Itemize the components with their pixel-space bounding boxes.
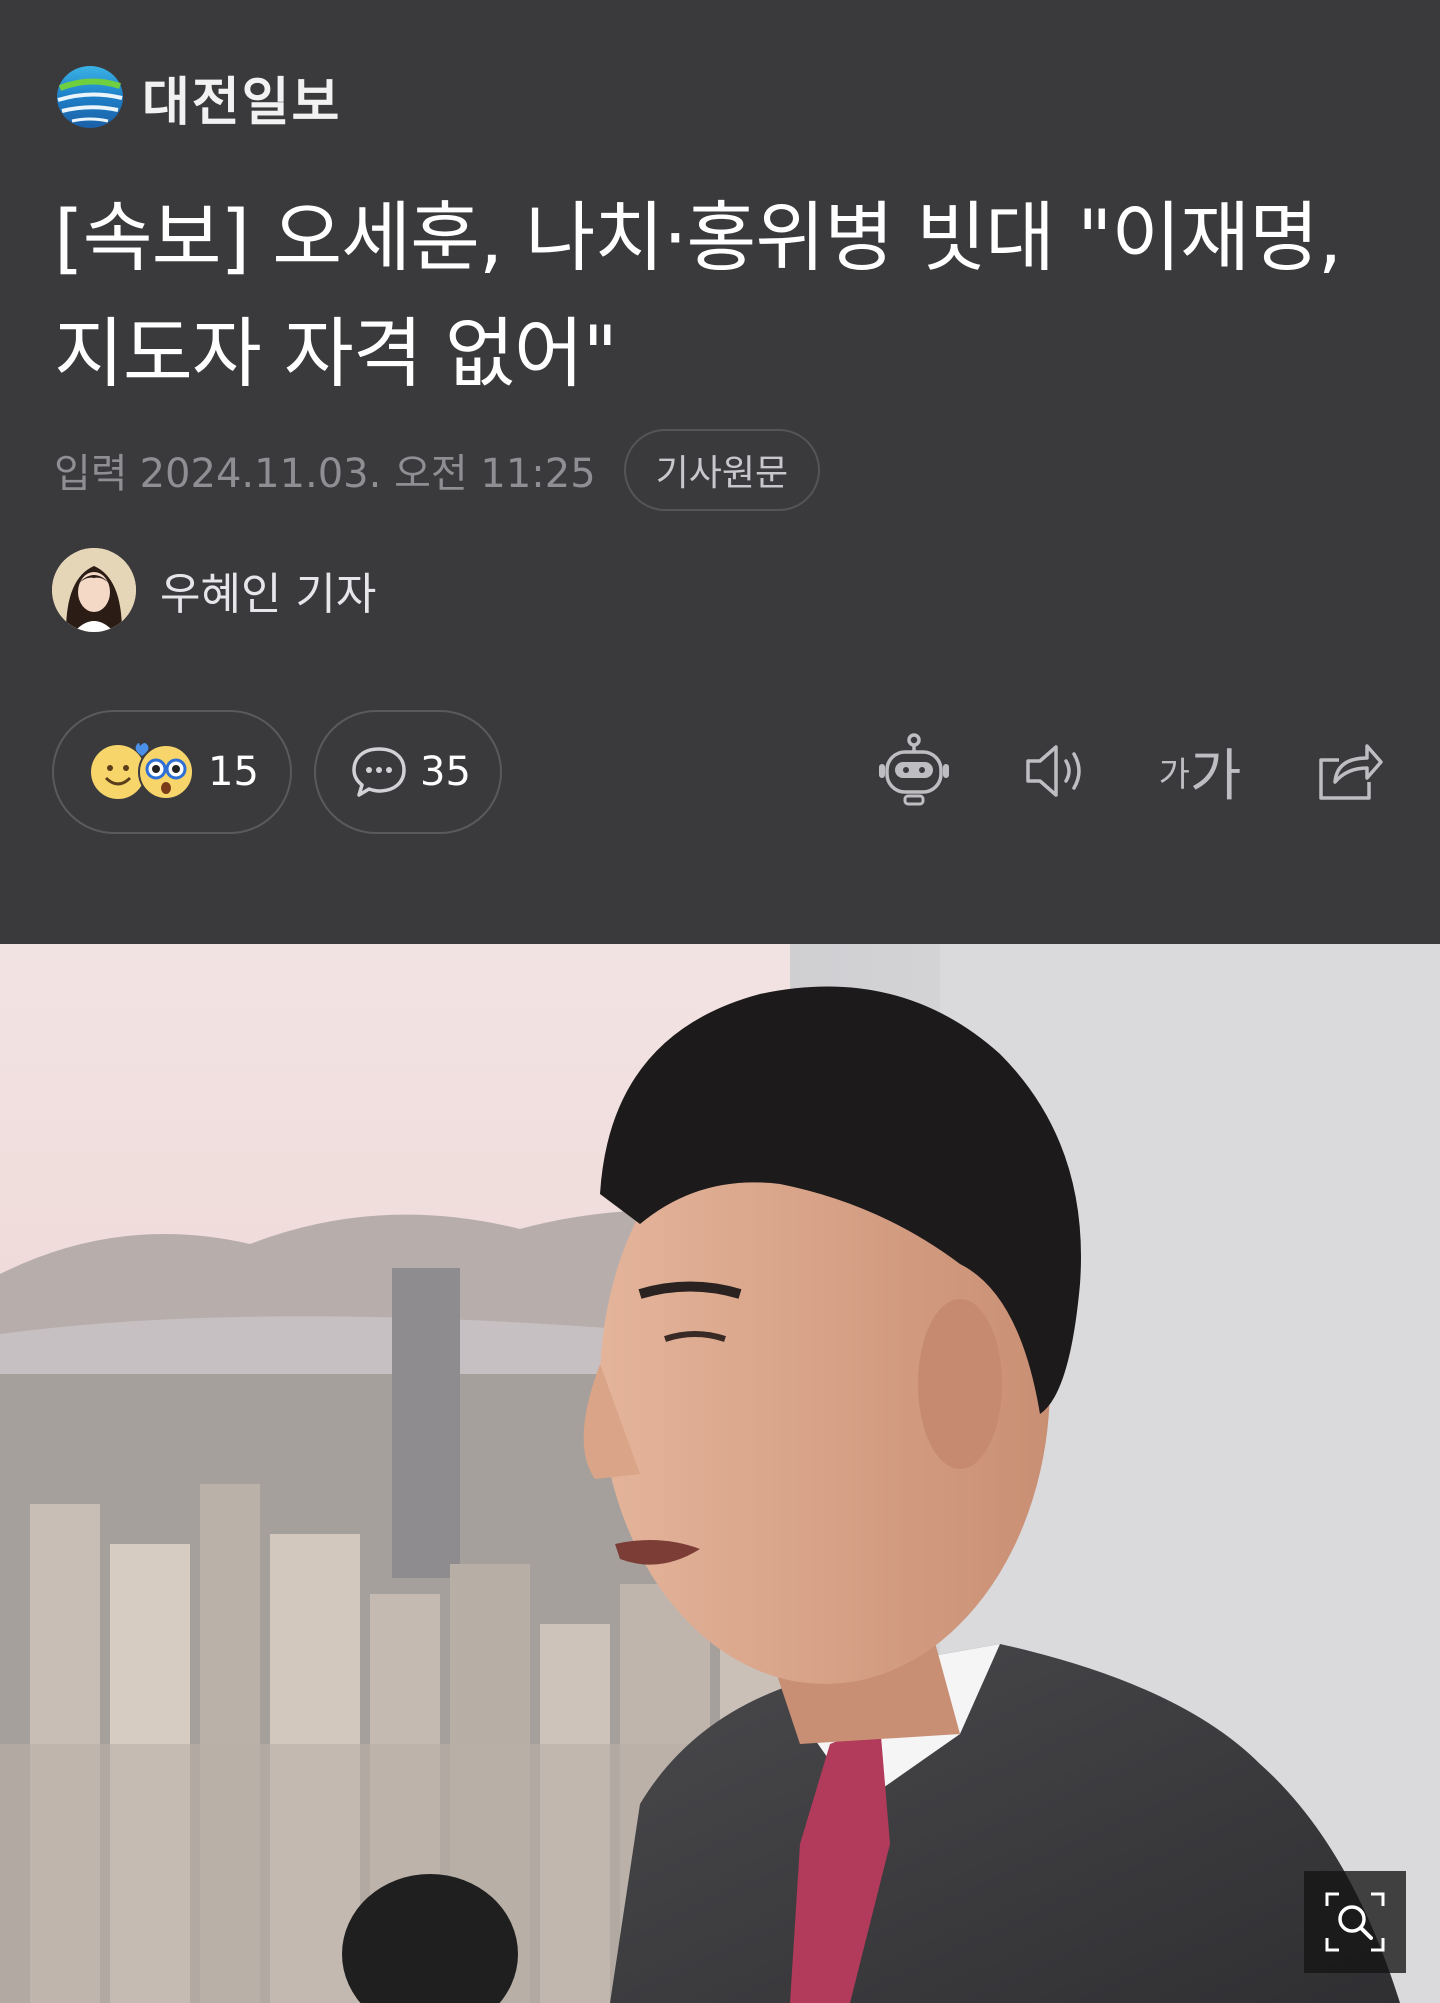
publisher-globe-icon — [57, 66, 123, 128]
publisher-logo[interactable]: 대전일보 — [54, 62, 342, 133]
font-size-small-label: 가 — [1158, 754, 1190, 795]
reporter-info[interactable]: 우혜인 기자 — [52, 548, 376, 632]
comment-count: 35 — [420, 749, 471, 795]
publish-date-value: 2024.11.03. 오전 11:25 — [139, 451, 596, 497]
surprised-emoji-icon — [138, 744, 194, 800]
article-main-image — [0, 944, 1440, 2003]
speaker-icon — [1026, 745, 1081, 797]
article-headline: [속보] 오세훈, 나치·홍위병 빗대 "이재명, 지도자 자격 없어" — [54, 193, 1342, 398]
speech-bubble-icon — [352, 747, 406, 797]
article-meta: 입력 2024.11.03. 오전 11:25 기사원문 — [54, 428, 821, 512]
text-to-speech-button[interactable] — [1020, 728, 1094, 814]
reaction-count: 15 — [208, 749, 259, 795]
reporter-photo-icon — [52, 548, 136, 632]
publish-date: 입력 2024.11.03. 오전 11:25 — [54, 441, 596, 499]
reporter-name: 우혜인 기자 — [160, 569, 377, 620]
share-button[interactable] — [1314, 728, 1384, 814]
original-article-button[interactable]: 기사원문 — [623, 429, 821, 511]
share-icon — [1319, 744, 1383, 800]
zoom-search-icon — [1325, 1892, 1385, 1952]
robot-summary-icon — [879, 733, 949, 806]
reporter-avatar[interactable] — [52, 548, 136, 632]
publish-date-label: 입력 — [54, 451, 128, 497]
font-size-large-label: 가 — [1189, 743, 1242, 809]
article-photo[interactable] — [0, 944, 1440, 2003]
font-size-button[interactable]: 가가 — [1158, 728, 1242, 814]
comment-button[interactable]: 35 — [314, 710, 502, 834]
article-header: 대전일보 [속보] 오세훈, 나치·홍위병 빗대 "이재명, 지도자 자격 없어… — [0, 0, 1440, 944]
reaction-button[interactable]: 15 — [52, 710, 292, 834]
ai-summary-button[interactable] — [874, 728, 954, 814]
photo-zoom-button[interactable] — [1304, 1871, 1406, 1973]
publisher-name: 대전일보 — [142, 72, 342, 133]
